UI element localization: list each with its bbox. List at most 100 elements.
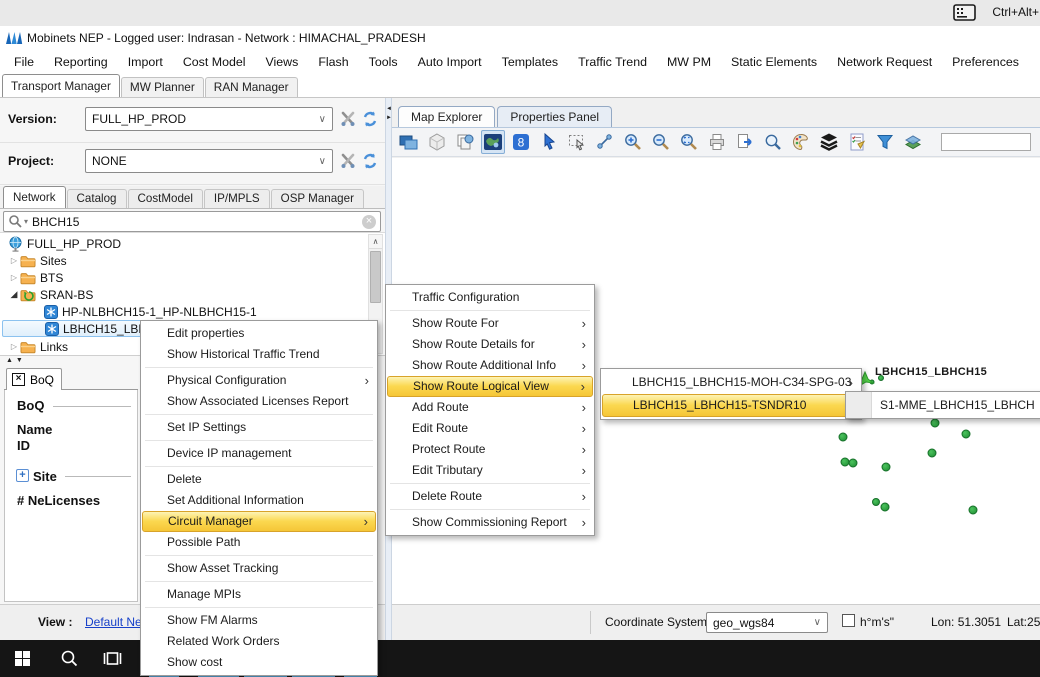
menu-traffic-trend[interactable]: Traffic Trend: [568, 50, 657, 75]
cursor-icon[interactable]: [537, 130, 561, 154]
boq-close-icon[interactable]: ×: [12, 373, 25, 386]
project-tools-icon[interactable]: [338, 151, 358, 171]
search-options-chevron-icon[interactable]: ▾: [24, 217, 28, 226]
layers-icon[interactable]: [817, 130, 841, 154]
menu-item-edit-tributary[interactable]: Edit Tributary ›: [387, 460, 593, 481]
menu-help[interactable]: Help: [1029, 50, 1040, 75]
menu-item-s1-mme[interactable]: S1-MME_LBHCH15_LBHCH: [846, 392, 1040, 418]
task-view-icon[interactable]: [102, 649, 123, 673]
zoom-extent-icon[interactable]: [677, 130, 701, 154]
expander-expanded-icon[interactable]: ◢: [8, 289, 20, 300]
version-refresh-icon[interactable]: [360, 109, 380, 129]
map-marker[interactable]: [848, 458, 858, 468]
menu-item-show-route-logical-view[interactable]: Show Route Logical View ›: [387, 376, 593, 397]
export-icon[interactable]: [733, 130, 757, 154]
map-toolbar-input[interactable]: [941, 133, 1031, 151]
coordinate-system-select[interactable]: geo_wgs84 ∨: [706, 612, 828, 633]
menu-item-protect-route[interactable]: Protect Route ›: [387, 439, 593, 460]
select-area-icon[interactable]: [565, 130, 589, 154]
polyline-icon[interactable]: [593, 130, 617, 154]
menu-item-circuit-manager[interactable]: Circuit Manager ›: [142, 511, 376, 532]
project-refresh-icon[interactable]: [360, 151, 380, 171]
scroll-up-icon[interactable]: ∧: [369, 235, 382, 249]
filter-icon[interactable]: [873, 130, 897, 154]
menu-auto-import[interactable]: Auto Import: [408, 50, 492, 75]
tab-network[interactable]: Network: [3, 186, 66, 208]
menu-item-device-ip-management[interactable]: Device IP management: [142, 443, 376, 464]
menu-item-show-commissioning-report[interactable]: Show Commissioning Report ›: [387, 512, 593, 533]
print-icon[interactable]: [705, 130, 729, 154]
menu-item-edit-properties[interactable]: Edit properties: [142, 323, 376, 344]
start-button[interactable]: [15, 651, 30, 666]
menu-tools[interactable]: Tools: [359, 50, 408, 75]
menu-file[interactable]: File: [4, 50, 44, 75]
tab-properties-panel[interactable]: Properties Panel: [497, 106, 613, 127]
tab-osp-manager[interactable]: OSP Manager: [270, 189, 364, 208]
keyboard-layout-icon[interactable]: [953, 4, 976, 26]
tree-row-links[interactable]: ▷ Links: [0, 338, 68, 355]
menu-item-show-associated-licenses-report[interactable]: Show Associated Licenses Report: [142, 391, 376, 412]
menu-network-request[interactable]: Network Request: [827, 50, 942, 75]
expander-collapsed-icon[interactable]: ▷: [8, 256, 20, 265]
menu-item-show-route-additional-info[interactable]: Show Route Additional Info ›: [387, 355, 593, 376]
map-marker[interactable]: [872, 498, 880, 506]
tree-row-root[interactable]: FULL_HP_PROD: [0, 235, 121, 252]
zoom-out-icon[interactable]: [649, 130, 673, 154]
map-marker[interactable]: [838, 432, 848, 442]
menu-item-related-work-orders[interactable]: Related Work Orders: [142, 631, 376, 652]
menu-item-show-historical-traffic-trend[interactable]: Show Historical Traffic Trend: [142, 344, 376, 365]
palette-icon[interactable]: [789, 130, 813, 154]
search-input[interactable]: [32, 214, 362, 229]
search-map-icon[interactable]: [761, 130, 785, 154]
cube-icon[interactable]: [425, 130, 449, 154]
menu-views[interactable]: Views: [256, 50, 309, 75]
tab-mw-planner[interactable]: MW Planner: [120, 77, 204, 97]
taskbar-search-icon[interactable]: [60, 649, 79, 673]
tree-row-bts[interactable]: ▷ BTS: [0, 269, 63, 286]
tab-transport-manager[interactable]: Transport Manager: [2, 74, 120, 97]
menu-item-show-asset-tracking[interactable]: Show Asset Tracking: [142, 558, 376, 579]
tab-map-explorer[interactable]: Map Explorer: [398, 106, 496, 127]
dms-checkbox[interactable]: [842, 614, 855, 627]
zoom-in-icon[interactable]: [621, 130, 645, 154]
menu-flash[interactable]: Flash: [308, 50, 358, 75]
menu-item-delete-route[interactable]: Delete Route ›: [387, 486, 593, 507]
world-map-icon[interactable]: [481, 130, 505, 154]
tab-catalog[interactable]: Catalog: [66, 189, 127, 208]
map-marker[interactable]: [927, 448, 937, 458]
tree-row-hp-nlbhch15[interactable]: HP-NLBHCH15-1_HP-NLBHCH15-1: [0, 303, 257, 320]
scrollbar-thumb[interactable]: [370, 251, 381, 303]
menu-item-traffic-configuration[interactable]: Traffic Configuration: [387, 287, 593, 308]
tab-ran-manager[interactable]: RAN Manager: [204, 77, 298, 97]
menu-item-possible-path[interactable]: Possible Path: [142, 532, 376, 553]
menu-item-set-ip-settings[interactable]: Set IP Settings: [142, 417, 376, 438]
map-overlay-icon[interactable]: [901, 130, 925, 154]
expander-collapsed-icon[interactable]: ▷: [8, 342, 20, 351]
panel-splitter-arrows[interactable]: ▲▼: [6, 357, 26, 364]
map-marker[interactable]: [930, 418, 940, 428]
boq-tab[interactable]: × BoQ: [6, 368, 62, 390]
menu-item-set-additional-information[interactable]: Set Additional Information: [142, 490, 376, 511]
menu-item-show-fm-alarms[interactable]: Show FM Alarms: [142, 610, 376, 631]
map-node-label[interactable]: LBHCH15_LBHCH15: [875, 366, 987, 378]
menu-item-circuit-moh-c34-spg-03[interactable]: LBHCH15_LBHCH15-MOH-C34-SPG-03 ›: [602, 371, 860, 394]
map-marker[interactable]: [968, 505, 978, 515]
menu-reporting[interactable]: Reporting: [44, 50, 118, 75]
search-clear-icon[interactable]: ×: [362, 214, 376, 229]
tab-costmodel[interactable]: CostModel: [127, 189, 203, 208]
menu-item-delete[interactable]: Delete: [142, 469, 376, 490]
screens-icon[interactable]: [397, 130, 421, 154]
tree-row-sites[interactable]: ▷ Sites: [0, 252, 67, 269]
menu-item-show-cost[interactable]: Show cost: [142, 652, 376, 673]
version-tools-icon[interactable]: [338, 109, 358, 129]
site-expand-icon[interactable]: +: [16, 469, 29, 482]
menu-cost-model[interactable]: Cost Model: [173, 50, 256, 75]
google-icon[interactable]: 8: [509, 130, 533, 154]
menu-preferences[interactable]: Preferences: [942, 50, 1029, 75]
map-marker[interactable]: [961, 429, 971, 439]
version-select[interactable]: FULL_HP_PROD ∨: [85, 107, 333, 131]
tree-row-sran-bs[interactable]: ◢ SRAN-BS: [0, 286, 94, 303]
expander-collapsed-icon[interactable]: ▷: [8, 273, 20, 282]
tab-ip-mpls[interactable]: IP/MPLS: [203, 189, 270, 208]
menu-item-manage-mpis[interactable]: Manage MPIs: [142, 584, 376, 605]
